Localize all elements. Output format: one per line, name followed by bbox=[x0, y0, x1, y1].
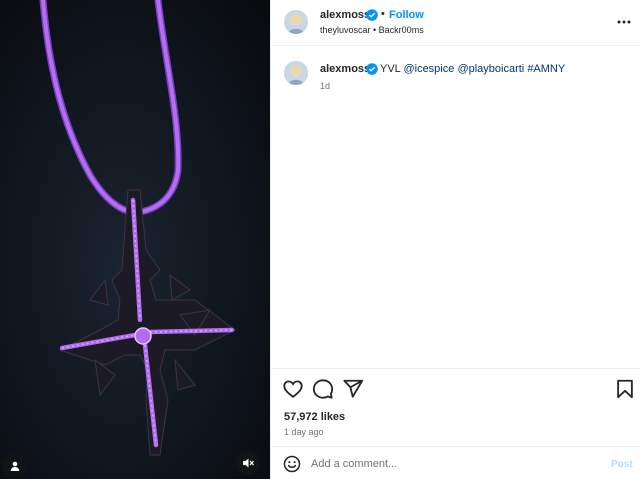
comment-bar: Post bbox=[271, 446, 640, 479]
verified-badge-icon bbox=[366, 9, 378, 21]
caption-text: YVL @icespice @playboicarti #AMNY bbox=[380, 63, 565, 75]
caption-timestamp: 1d bbox=[320, 81, 331, 91]
user-tag-button[interactable] bbox=[3, 454, 27, 478]
smiley-icon[interactable] bbox=[283, 455, 301, 473]
bookmark-icon[interactable] bbox=[614, 378, 636, 400]
heart-icon[interactable] bbox=[282, 378, 304, 400]
mention-link[interactable]: @icespice bbox=[403, 63, 454, 75]
caption-prefix: YVL bbox=[380, 63, 401, 75]
avatar[interactable] bbox=[284, 10, 308, 34]
comment-input[interactable] bbox=[311, 454, 601, 474]
caption-avatar[interactable] bbox=[284, 61, 308, 85]
follow-button[interactable]: Follow bbox=[389, 9, 424, 21]
username[interactable]: alexmoss bbox=[320, 9, 370, 21]
mute-button[interactable] bbox=[236, 451, 260, 475]
action-bar: 57,972 likes 1 day ago bbox=[271, 368, 640, 446]
more-options-button[interactable] bbox=[614, 12, 634, 32]
separator-dot: • bbox=[381, 8, 385, 20]
post-details-panel: alexmoss • Follow theyluvoscar • Backr00… bbox=[270, 0, 640, 479]
likes-count[interactable]: 57,972 likes bbox=[284, 411, 345, 423]
hashtag-link[interactable]: #AMNY bbox=[527, 63, 565, 75]
speaker-muted-icon bbox=[243, 458, 254, 468]
more-options-icon bbox=[617, 20, 631, 24]
caption-username[interactable]: alexmoss bbox=[320, 63, 370, 75]
location-audio-line[interactable]: theyluvoscar • Backr00ms bbox=[320, 25, 424, 35]
mention-link[interactable]: @playboicarti bbox=[457, 63, 524, 75]
user-tag-icon bbox=[10, 461, 20, 471]
paper-plane-icon[interactable] bbox=[342, 378, 364, 400]
post-media[interactable] bbox=[0, 0, 270, 479]
post-comment-button[interactable]: Post bbox=[611, 459, 633, 470]
post-header: alexmoss • Follow theyluvoscar • Backr00… bbox=[271, 0, 640, 46]
necklace-photo bbox=[0, 0, 270, 479]
verified-badge-icon bbox=[366, 63, 378, 75]
comment-bubble-icon[interactable] bbox=[312, 378, 334, 400]
post-timestamp[interactable]: 1 day ago bbox=[284, 427, 324, 437]
